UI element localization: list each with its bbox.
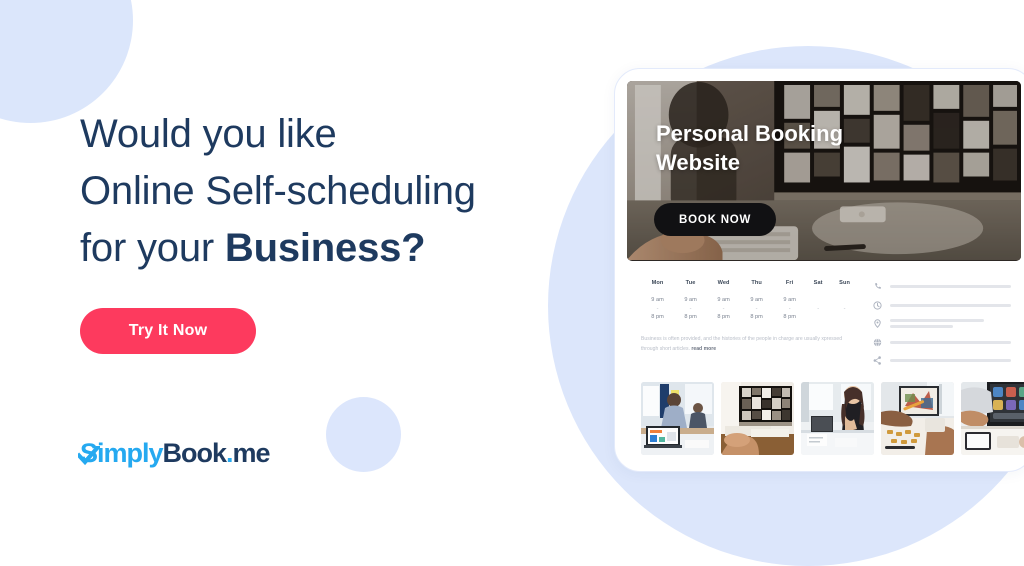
mockup-hero: Personal Booking Website BOOK NOW bbox=[627, 81, 1021, 261]
schedule-hours-wed: 9 am -8 pm bbox=[717, 297, 730, 321]
schedule-day-sat: Sat bbox=[813, 280, 823, 286]
clock-icon bbox=[873, 300, 882, 310]
read-more-link[interactable]: read more bbox=[691, 346, 716, 352]
gallery-photo-3[interactable] bbox=[801, 382, 874, 455]
headline-line-3-bold: Business? bbox=[224, 226, 426, 270]
schedule-hours-sat: - bbox=[817, 305, 820, 312]
schedule-hours-fri: 9 am -8 pm bbox=[783, 297, 796, 321]
schedule-hours-mon: 9 am -8 pm bbox=[651, 297, 664, 321]
logo-book: Book bbox=[162, 438, 227, 468]
try-it-now-button[interactable]: Try It Now bbox=[80, 308, 256, 354]
headline-line-1: Would you like bbox=[80, 112, 337, 156]
placeholder-bar bbox=[890, 319, 985, 322]
simplybook-logo[interactable]: SimplyBook.me bbox=[76, 438, 271, 468]
contact-value-placeholder bbox=[890, 319, 1011, 328]
contact-value-placeholder bbox=[890, 303, 1011, 307]
opening-hours-table: Mon Tue Wed Thu Fri Sat Sun 9 am -8 pm 9 am -8 pm… bbox=[641, 280, 859, 322]
page-title: Would you like Online Self-scheduling fo… bbox=[80, 106, 550, 277]
schedule-day-fri: Fri bbox=[785, 280, 794, 286]
contact-row[interactable] bbox=[873, 337, 1011, 347]
logo-wordmark: SimplyBook.me bbox=[80, 438, 271, 468]
schedule-day-wed: Wed bbox=[717, 280, 730, 286]
decorative-circle-top-left bbox=[0, 0, 133, 123]
gallery-photo-5[interactable] bbox=[961, 382, 1024, 455]
contact-row[interactable] bbox=[873, 356, 1011, 365]
schedule-day-thu: Thu bbox=[751, 280, 762, 286]
schedule-hours-tue: 9 am -8 pm bbox=[684, 297, 697, 321]
share-icon bbox=[873, 356, 882, 365]
headline-line-3-prefix: for your bbox=[80, 226, 225, 270]
gallery-photo-4[interactable] bbox=[881, 382, 954, 455]
contact-value-placeholder bbox=[890, 359, 1011, 362]
globe-icon bbox=[873, 337, 882, 347]
about-body: Business is often provided, and the hist… bbox=[641, 335, 843, 352]
schedule-hours-thu: 9 am -8 pm bbox=[750, 297, 763, 321]
contact-row[interactable] bbox=[873, 300, 1011, 310]
location-pin-icon bbox=[873, 319, 882, 328]
logo-me: me bbox=[232, 438, 271, 468]
placeholder-bar bbox=[890, 340, 1011, 344]
schedule-hours-sun: - bbox=[843, 305, 846, 312]
gallery-photo-2[interactable] bbox=[721, 382, 794, 455]
phone-icon bbox=[873, 282, 882, 291]
hero-title-line-2: Website bbox=[656, 150, 740, 175]
placeholder-bar bbox=[890, 359, 1011, 362]
placeholder-bar bbox=[890, 325, 953, 328]
schedule-block: Mon Tue Wed Thu Fri Sat Sun 9 am -8 pm 9 am -8 pm… bbox=[641, 280, 859, 365]
book-now-button[interactable]: BOOK NOW bbox=[654, 203, 777, 236]
decorative-circle-small bbox=[326, 397, 401, 472]
schedule-day-sun: Sun bbox=[839, 280, 850, 286]
gallery-photo-1[interactable] bbox=[641, 382, 714, 455]
website-mockup-card: Personal Booking Website BOOK NOW Mon Tue… bbox=[614, 68, 1024, 472]
contact-row[interactable] bbox=[873, 319, 1011, 328]
schedule-day-mon: Mon bbox=[651, 280, 664, 286]
photo-gallery bbox=[627, 365, 1024, 455]
headline-line-2: Online Self-scheduling bbox=[80, 169, 476, 213]
schedule-hours-row: 9 am -8 pm 9 am -8 pm 9 am -8 pm 9 am -8 pm 9 am… bbox=[641, 296, 859, 322]
contact-value-placeholder bbox=[890, 285, 1011, 288]
placeholder-bar bbox=[890, 285, 1011, 288]
about-text: Business is often provided, and the hist… bbox=[641, 335, 859, 355]
schedule-header-row: Mon Tue Wed Thu Fri Sat Sun bbox=[641, 280, 859, 296]
schedule-day-tue: Tue bbox=[685, 280, 696, 286]
contact-info-list bbox=[873, 280, 1011, 365]
contact-row[interactable] bbox=[873, 282, 1011, 291]
contact-value-placeholder bbox=[890, 340, 1011, 344]
placeholder-bar bbox=[890, 303, 1011, 307]
mockup-info-section: Mon Tue Wed Thu Fri Sat Sun 9 am -8 pm 9 am -8 pm… bbox=[627, 261, 1021, 365]
check-icon bbox=[76, 444, 101, 471]
hero-title: Personal Booking Website bbox=[656, 119, 886, 177]
hero-title-line-1: Personal Booking bbox=[656, 121, 844, 146]
promo-copy-block: Would you like Online Self-scheduling fo… bbox=[80, 106, 550, 354]
